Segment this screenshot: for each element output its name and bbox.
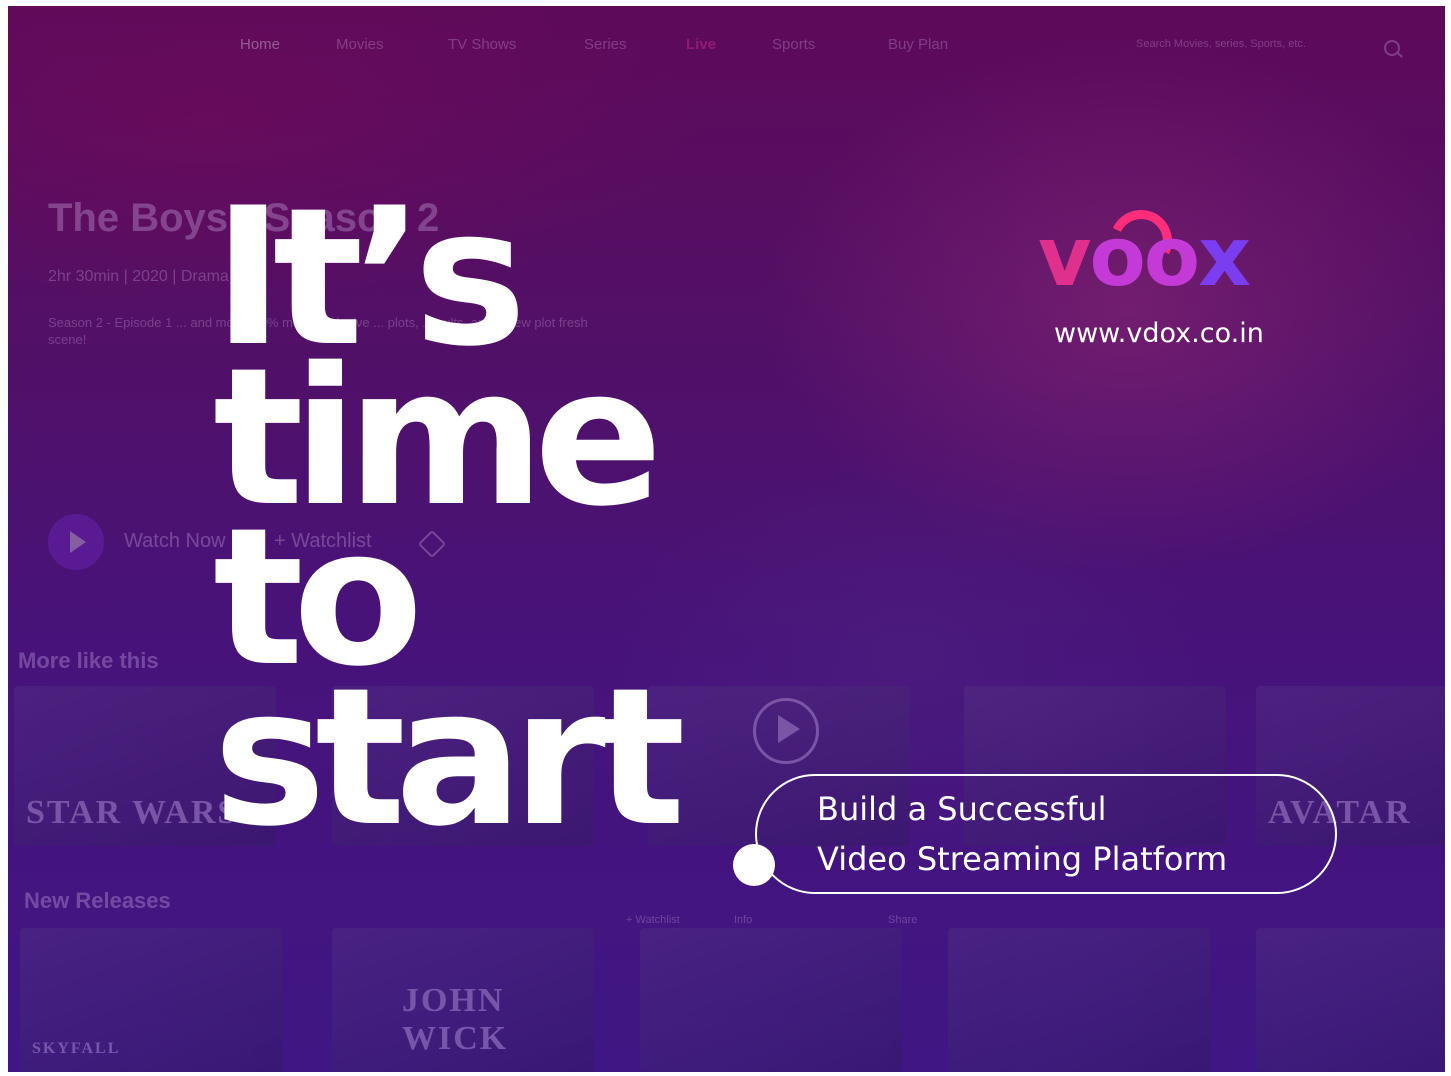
logo-text: voox — [1038, 210, 1251, 305]
card-title: STAR WARS — [26, 794, 239, 831]
nav-buy-plan[interactable]: Buy Plan — [888, 36, 948, 53]
nav-series[interactable]: Series — [584, 36, 627, 53]
banner: Home Movies TV Shows Series Live Sports … — [8, 6, 1445, 1072]
new-releases-row: SKYFALL JOHN WICK — [8, 928, 1445, 1072]
nav-home[interactable]: Home — [240, 36, 280, 53]
search-input[interactable]: Search Movies, series, Sports, etc. — [1136, 38, 1306, 50]
movie-card[interactable] — [948, 928, 1210, 1072]
nav-tv-shows[interactable]: TV Shows — [448, 36, 516, 53]
nav-live[interactable]: Live — [686, 36, 716, 53]
card-title: JOHN WICK — [402, 982, 509, 1057]
search-icon[interactable] — [1384, 40, 1400, 56]
website-url: www.vdox.co.in — [1054, 318, 1264, 349]
play-icon[interactable] — [48, 514, 104, 570]
watch-now-button[interactable]: Watch Now — [124, 530, 226, 553]
card-watchlist-label[interactable]: + Watchlist — [626, 914, 680, 926]
movie-card[interactable]: SKYFALL — [20, 928, 282, 1072]
tagline-line-1: Build a Successful — [817, 790, 1107, 828]
tagline-line-2: Video Streaming Platform — [817, 840, 1228, 878]
movie-card[interactable]: JOHN WICK — [332, 928, 594, 1072]
row-title-more-like-this: More like this — [18, 648, 159, 673]
vdox-logo: voox — [1038, 201, 1308, 306]
top-nav: Home Movies TV Shows Series Live Sports … — [8, 36, 1445, 66]
movie-card[interactable] — [1256, 928, 1445, 1072]
nav-movies[interactable]: Movies — [336, 36, 384, 53]
card-title: SKYFALL — [32, 1040, 121, 1057]
tagline-pill: Build a Successful Video Streaming Platf… — [755, 774, 1337, 894]
card-info-label[interactable]: Info — [734, 914, 752, 926]
headline: It’s time to start — [213, 183, 773, 868]
card-share-label[interactable]: Share — [888, 914, 917, 926]
movie-card[interactable] — [640, 928, 902, 1072]
headline-line-4: start — [213, 647, 686, 868]
featured-meta: 2hr 30min | 2020 | Drama — [48, 268, 229, 285]
nav-sports[interactable]: Sports — [772, 36, 815, 53]
row-title-new-releases: New Releases — [24, 888, 171, 913]
